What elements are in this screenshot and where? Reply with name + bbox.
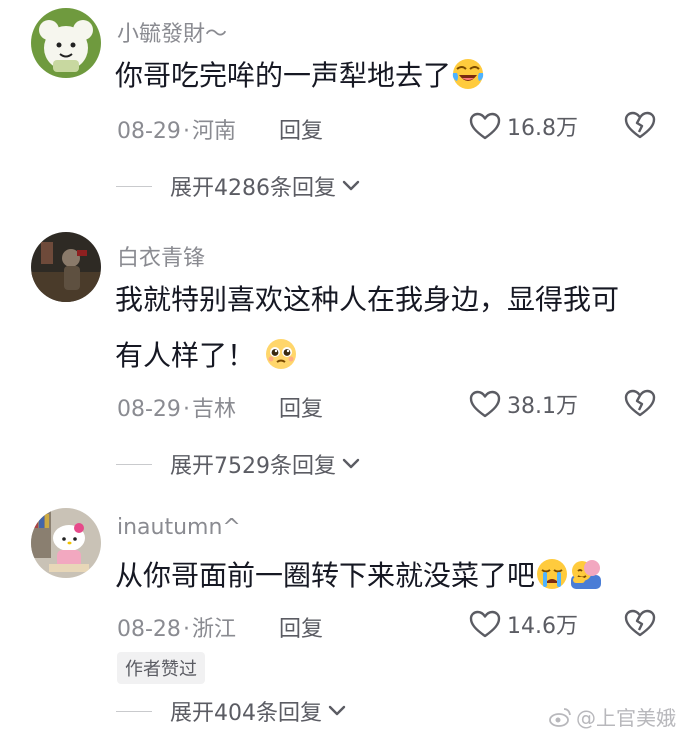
chevron-down-icon xyxy=(328,705,346,717)
comment-date: 08-28 xyxy=(117,617,181,642)
comment-location: 浙江 xyxy=(191,617,236,642)
meta-separator: · xyxy=(182,617,190,642)
avatar[interactable] xyxy=(31,508,101,578)
expand-replies-label: 展开404条回复 xyxy=(170,701,322,726)
expand-replies-button[interactable]: 展开404条回复 xyxy=(116,695,346,727)
hugging-emoji-icon xyxy=(569,557,603,591)
hello-kitty-avatar-icon xyxy=(31,508,101,578)
comment-meta: 08-28·浙江 xyxy=(117,611,236,643)
watermark: @上官美娥 xyxy=(548,702,676,731)
divider-line xyxy=(116,710,152,712)
broken-heart-icon xyxy=(624,609,656,637)
dislike-button[interactable] xyxy=(624,608,656,638)
comment-text-content: 从你哥面前一圈转下来就没菜了吧 xyxy=(115,559,536,592)
comment-text: 从你哥面前一圈转下来就没菜了吧 xyxy=(115,548,675,604)
like-button[interactable]: 14.6万 xyxy=(469,608,578,640)
watermark-text: @上官美娥 xyxy=(576,706,676,730)
author-liked-badge: 作者赞过 xyxy=(117,652,205,684)
crying-emoji-icon xyxy=(535,557,569,591)
reply-button[interactable]: 回复 xyxy=(279,611,323,643)
username[interactable]: inautumn^ xyxy=(117,515,241,540)
comment-item: inautumn^ 从你哥面前一圈转下来就没菜了吧 08-28·浙江 回复 14… xyxy=(0,0,690,741)
weibo-logo-icon xyxy=(549,707,571,727)
like-count: 14.6万 xyxy=(507,614,578,639)
heart-icon xyxy=(469,610,501,638)
